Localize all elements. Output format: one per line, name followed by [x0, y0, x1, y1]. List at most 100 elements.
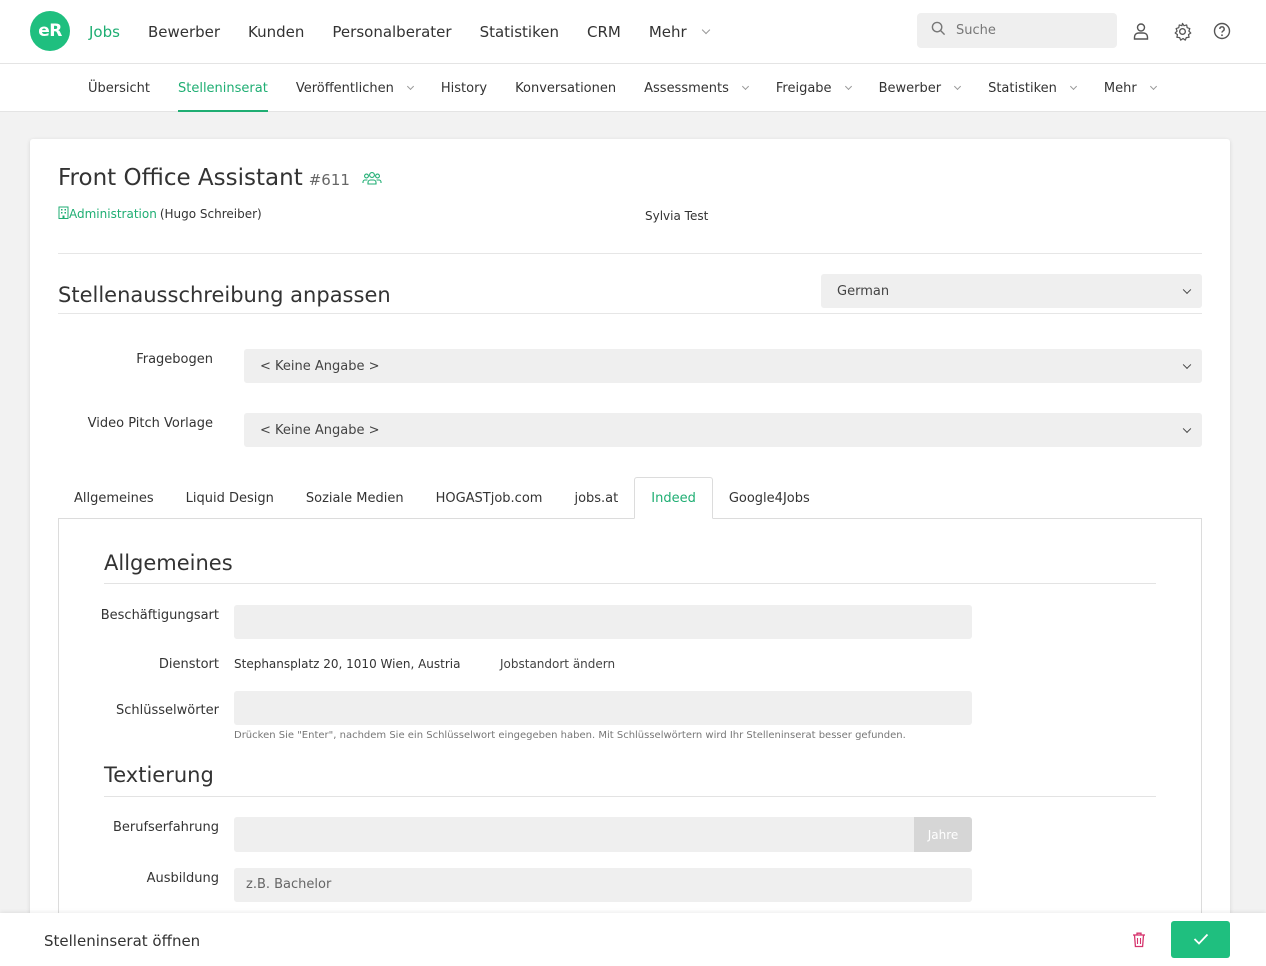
job-title: Front Office Assistant [58, 165, 303, 191]
nav-kunden-label: Kunden [248, 23, 305, 41]
nav-jobs-label: Jobs [89, 23, 120, 41]
chevron-down-icon [1182, 360, 1192, 370]
job-card: Front Office Assistant #611 Administrati… [30, 139, 1230, 939]
section-allgemeines-title: Allgemeines [104, 551, 233, 575]
experience-label: Berufserfahrung [112, 820, 219, 835]
subnav-mehr-label: Mehr [1103, 80, 1137, 96]
chevron-down-icon [406, 82, 414, 90]
nav-bewerber-label: Bewerber [147, 23, 221, 41]
portal-tabs: Allgemeines Liquid Design Soziale Medien… [58, 477, 826, 519]
search-box[interactable] [917, 13, 1117, 48]
subnav-statistiken-label: Statistiken [988, 80, 1057, 96]
education-input[interactable]: z.B. Bachelor [234, 868, 972, 902]
confirm-button[interactable] [1171, 921, 1230, 958]
tab-allgemeines[interactable]: Allgemeines [58, 477, 170, 519]
nav-jobs[interactable]: Jobs [89, 23, 120, 41]
assigned-person: Sylvia Test [645, 209, 709, 223]
nav-kunden[interactable]: Kunden [248, 23, 304, 41]
experience-input[interactable] [234, 817, 915, 852]
video-pitch-select[interactable]: < Keine Angabe > [244, 413, 1202, 447]
team-icon[interactable] [362, 170, 382, 189]
fragebogen-label: Fragebogen [136, 352, 213, 367]
tab-soziale-medien[interactable]: Soziale Medien [290, 477, 420, 519]
language-select-value: German [837, 283, 890, 299]
search-icon [931, 21, 946, 40]
sub-navbar: Übersicht Stelleninserat Veröffentlichen… [0, 64, 1266, 112]
open-job-text: Stelleninserat öffnen [44, 932, 201, 950]
section-textierung-title: Textierung [104, 763, 214, 787]
nav-statistiken-label: Statistiken [479, 23, 559, 41]
nav-crm-label: CRM [586, 23, 621, 41]
fragebogen-select-value: < Keine Angabe > [260, 358, 380, 374]
tab-liquid-design[interactable]: Liquid Design [170, 477, 290, 519]
divider [58, 313, 1202, 314]
search-input[interactable] [956, 23, 1106, 38]
subnav-freigabe[interactable]: Freigabe [775, 64, 852, 112]
divider [104, 796, 1156, 797]
nav-bewerber[interactable]: Bewerber [148, 23, 220, 41]
experience-unit-addon: Jahre [914, 817, 972, 852]
dienstort-value: Stephansplatz 20, 1010 Wien, Austria [234, 657, 461, 671]
tab-google4jobs[interactable]: Google4Jobs [713, 477, 826, 519]
subnav-stelleninserat-label: Stelleninserat [177, 80, 268, 96]
subnav-uebersicht-label: Übersicht [88, 80, 150, 96]
chevron-down-icon [741, 82, 749, 90]
chevron-down-icon [1182, 424, 1192, 434]
nav-mehr[interactable]: Mehr [648, 23, 710, 41]
user-icon[interactable] [1131, 21, 1151, 41]
main-nav: Jobs Bewerber Kunden Personalberater Sta… [89, 0, 737, 64]
subnav-freigabe-label: Freigabe [775, 80, 832, 96]
keywords-label: Schlüsselwörter [115, 703, 219, 718]
subnav-statistiken[interactable]: Statistiken [988, 64, 1077, 112]
subnav-stelleninserat[interactable]: Stelleninserat [177, 64, 268, 112]
department-owner: (Hugo Schreiber) [159, 207, 262, 221]
check-icon [1193, 930, 1209, 949]
nav-personalberater-label: Personalberater [332, 23, 452, 41]
keywords-input[interactable] [234, 691, 972, 725]
divider [58, 253, 1202, 254]
trash-icon[interactable] [1131, 931, 1147, 952]
subnav-veroeffentlichen-label: Veröffentlichen [295, 80, 394, 96]
action-footer: Stelleninserat öffnen [0, 913, 1266, 966]
job-id: #611 [308, 171, 350, 189]
video-pitch-label: Video Pitch Vorlage [87, 416, 213, 431]
video-pitch-select-value: < Keine Angabe > [260, 422, 380, 438]
chevron-down-icon [844, 82, 852, 90]
nav-statistiken[interactable]: Statistiken [480, 23, 559, 41]
app-logo[interactable]: eR [30, 11, 70, 51]
language-select[interactable]: German [821, 274, 1202, 308]
gear-icon[interactable] [1172, 21, 1192, 41]
divider [104, 583, 1156, 584]
nav-crm[interactable]: CRM [587, 23, 621, 41]
subnav-bewerber-label: Bewerber [878, 80, 942, 96]
education-label: Ausbildung [146, 871, 219, 886]
help-icon[interactable] [1212, 21, 1232, 41]
fragebogen-select[interactable]: < Keine Angabe > [244, 349, 1202, 383]
chevron-down-icon [1069, 82, 1077, 90]
subnav-uebersicht[interactable]: Übersicht [88, 64, 150, 112]
dienstort-label: Dienstort [158, 657, 219, 672]
chevron-down-icon [1182, 285, 1192, 295]
change-location-link[interactable]: Jobstandort ändern [500, 657, 615, 671]
subnav-veroeffentlichen[interactable]: Veröffentlichen [295, 64, 414, 112]
chevron-down-icon [954, 82, 962, 90]
subnav-bewerber[interactable]: Bewerber [878, 64, 962, 112]
nav-personalberater[interactable]: Personalberater [332, 23, 451, 41]
subnav-assessments-label: Assessments [644, 80, 729, 96]
subnav-assessments[interactable]: Assessments [644, 64, 749, 112]
customize-title: Stellenausschreibung anpassen [58, 283, 391, 307]
department-line: Administration (Hugo Schreiber) [58, 206, 262, 222]
tab-hogastjob[interactable]: HOGASTjob.com [420, 477, 559, 519]
subnav-history[interactable]: History [441, 64, 487, 112]
tab-jobs-at[interactable]: jobs.at [558, 477, 634, 519]
job-header: Front Office Assistant #611 [58, 165, 382, 191]
department-link[interactable]: Administration [69, 207, 157, 221]
subnav-konversationen[interactable]: Konversationen [515, 64, 616, 112]
tab-indeed[interactable]: Indeed [634, 477, 713, 519]
nav-mehr-label: Mehr [648, 23, 687, 41]
beschaeftigungsart-label: Beschäftigungsart [100, 608, 219, 623]
subnav-mehr[interactable]: Mehr [1103, 64, 1157, 112]
beschaeftigungsart-field[interactable] [234, 605, 972, 639]
subnav-konversationen-label: Konversationen [515, 80, 617, 96]
chevron-down-icon [701, 25, 710, 35]
